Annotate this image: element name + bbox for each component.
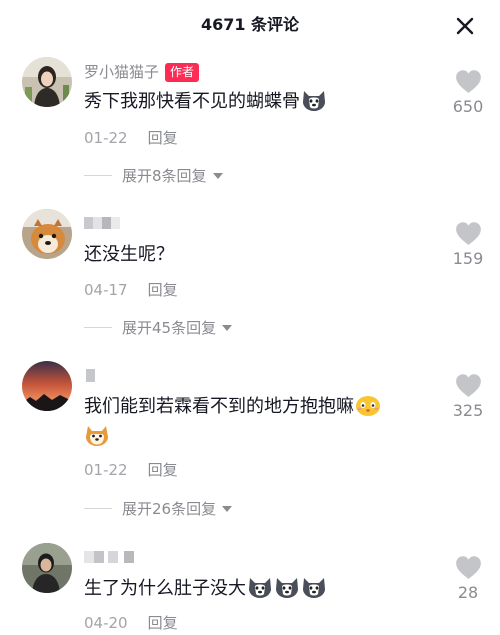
blurred-username — [84, 551, 134, 563]
comment-date: 04-20 — [84, 614, 128, 632]
heart-icon — [455, 555, 482, 580]
comment-text[interactable]: 生了为什么肚子没大 — [84, 574, 444, 604]
comment-item: 生了为什么肚子没大 04-20 回复 28 — [0, 0, 500, 635]
like-button[interactable]: 28 — [440, 555, 496, 602]
reply-button[interactable]: 回复 — [148, 614, 178, 632]
husky-emoji — [301, 575, 327, 599]
avatar[interactable] — [22, 543, 72, 593]
husky-emoji — [274, 575, 300, 599]
comment-text-body: 生了为什么肚子没大 — [84, 578, 246, 599]
like-count: 28 — [457, 583, 479, 602]
comment-meta: 04-20 回复 — [84, 612, 178, 633]
husky-emoji — [247, 575, 273, 599]
